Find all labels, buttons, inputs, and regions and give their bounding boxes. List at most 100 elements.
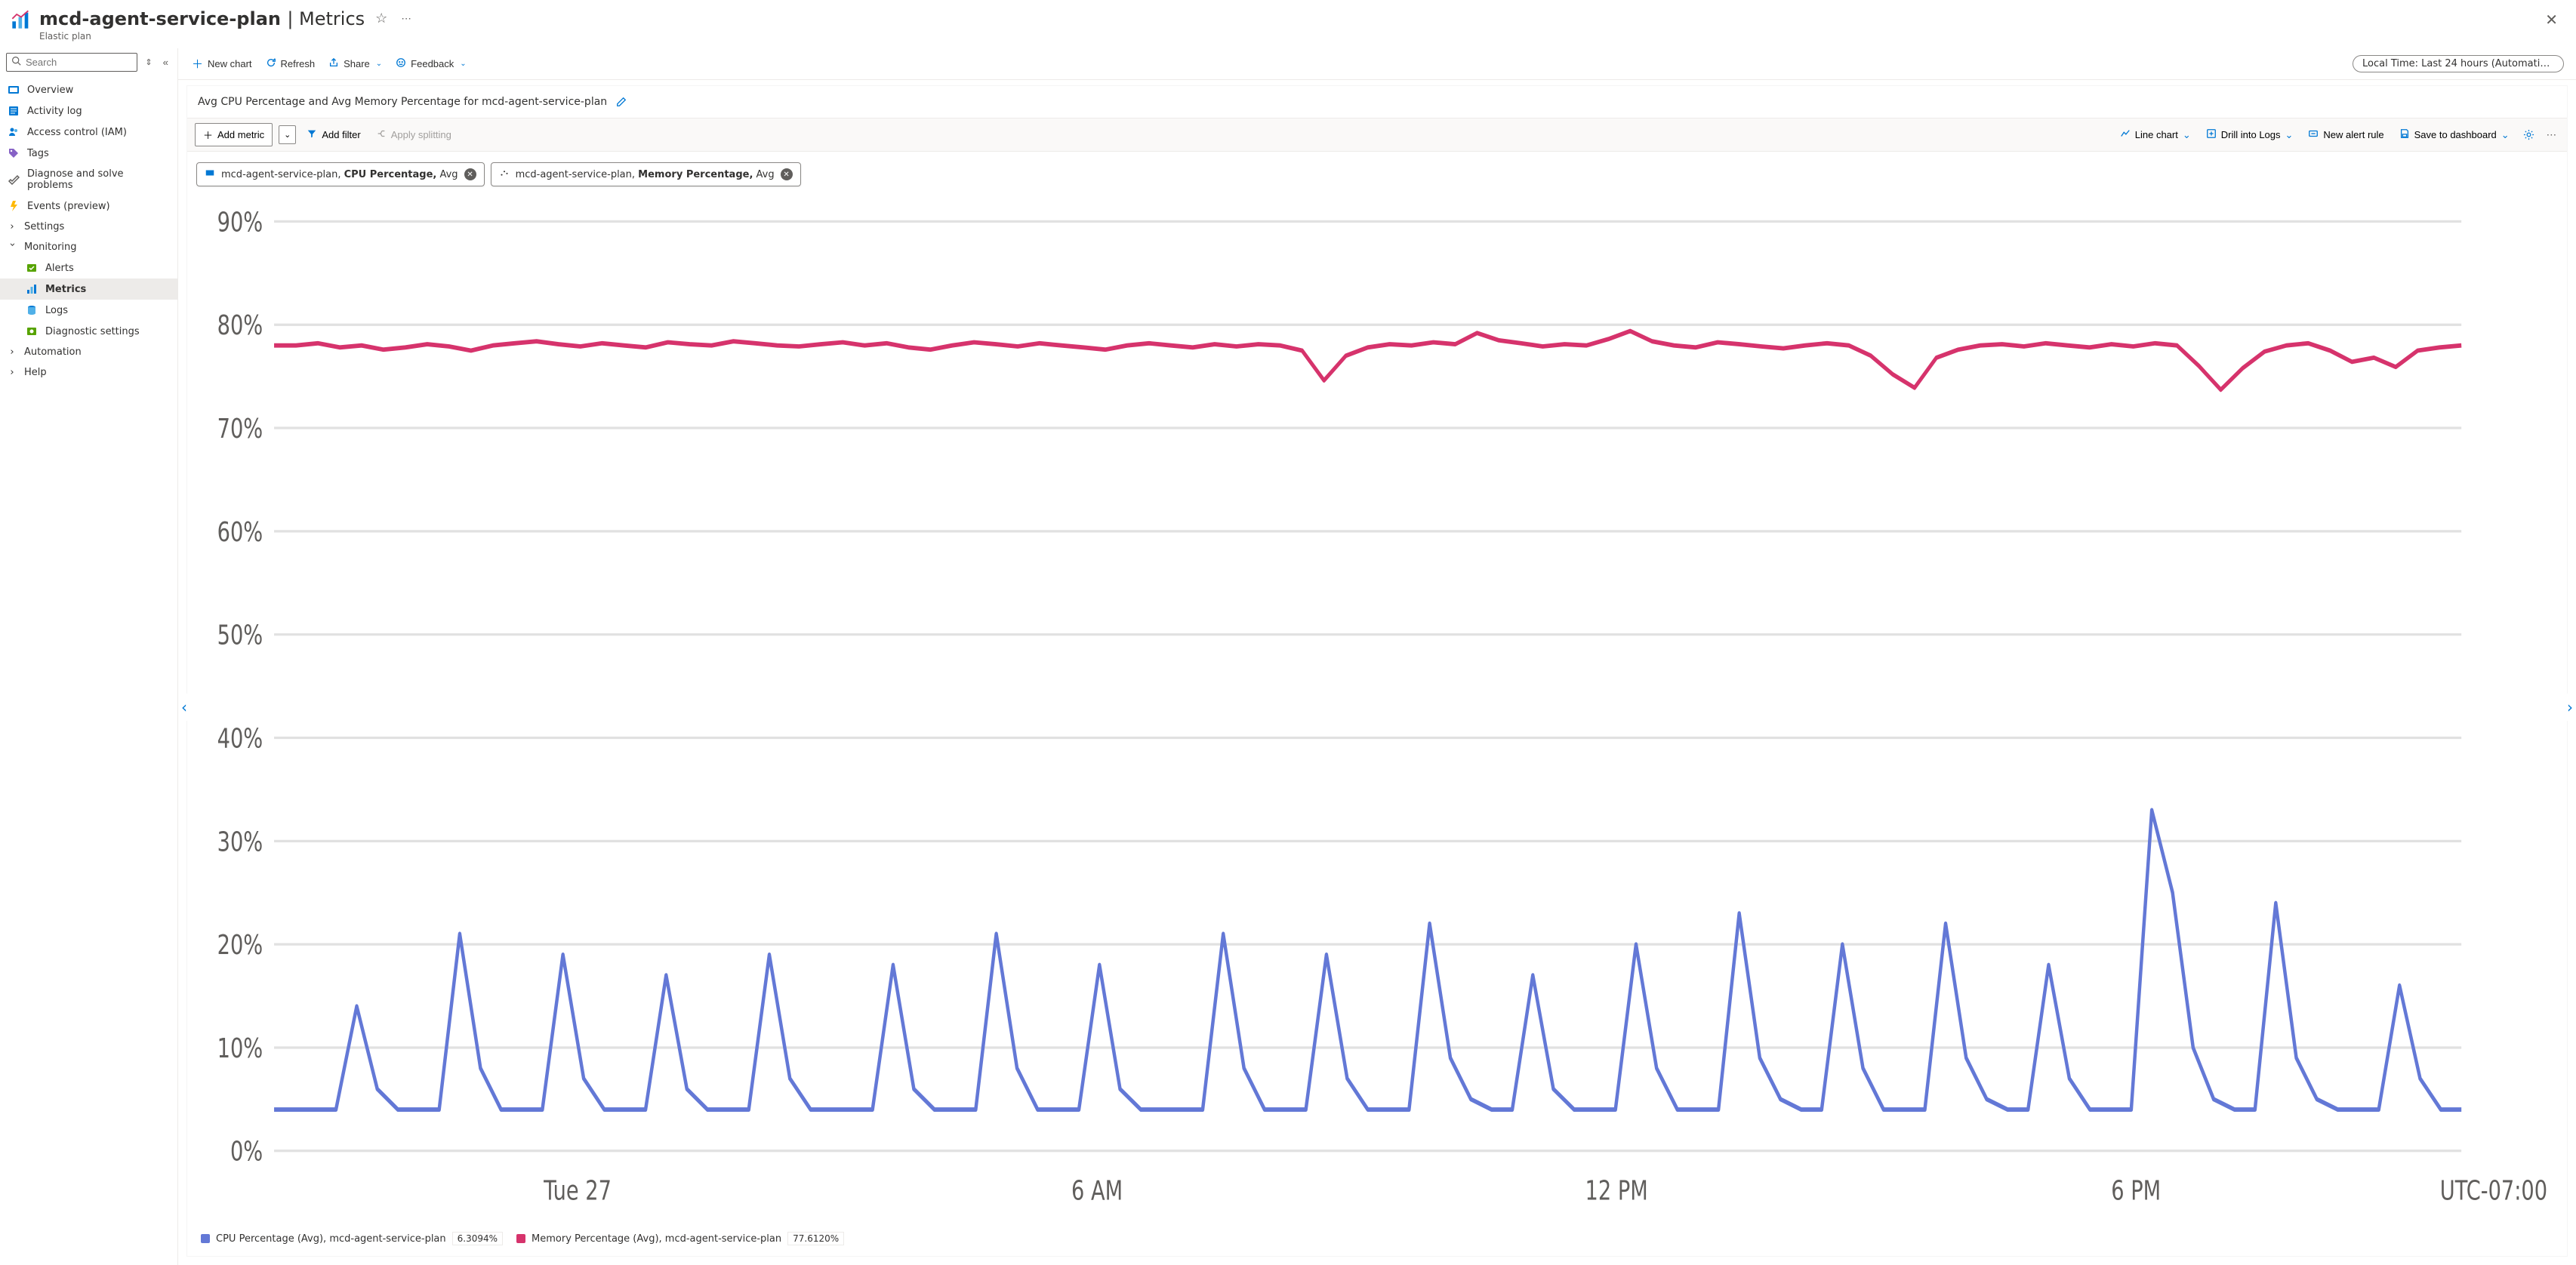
sidebar: ⇕ « Overview Activity log Access control…	[0, 48, 178, 1265]
favorite-button[interactable]: ☆	[372, 8, 390, 29]
refresh-icon	[266, 57, 276, 70]
remove-pill-button[interactable]: ✕	[464, 168, 476, 180]
nav-access-control[interactable]: Access control (IAM)	[0, 122, 177, 143]
plus-icon: ＋	[192, 56, 203, 72]
chart-toolbar: ＋ Add metric ⌄ Add filter Apply splittin…	[187, 118, 2567, 152]
metrics-toolbar: ＋ New chart Refresh Share ⌄ Feedback ⌄	[178, 48, 2576, 80]
apply-splitting-button: Apply splitting	[371, 125, 456, 145]
nav-alerts[interactable]: Alerts	[0, 257, 177, 279]
chevron-down-icon: ⌄	[2183, 129, 2191, 141]
remove-pill-button[interactable]: ✕	[781, 168, 793, 180]
logs-icon	[2206, 128, 2217, 141]
nav-label: Events (preview)	[27, 201, 110, 212]
alert-icon	[2308, 128, 2319, 141]
svg-text:6 AM: 6 AM	[1071, 1176, 1123, 1206]
next-chart-button[interactable]: ›	[2565, 694, 2574, 721]
edit-title-button[interactable]	[613, 94, 630, 110]
legend-item-memory[interactable]: Memory Percentage (Avg), mcd-agent-servi…	[516, 1232, 844, 1245]
expand-collapse-button[interactable]: ⇕	[142, 54, 155, 70]
new-chart-button[interactable]: ＋ New chart	[190, 53, 254, 75]
metric-pill-memory[interactable]: mcd-agent-service-plan, Memory Percentag…	[491, 162, 801, 186]
nav-label: Access control (IAM)	[27, 127, 127, 138]
tags-icon	[8, 147, 20, 159]
iam-icon	[8, 126, 20, 138]
feedback-button[interactable]: Feedback ⌄	[394, 54, 467, 73]
metric-pill-cpu[interactable]: mcd-agent-service-plan, CPU Percentage, …	[196, 162, 485, 186]
nav-label: Diagnose and solve problems	[27, 168, 170, 191]
chart-settings-button[interactable]	[2520, 126, 2537, 143]
resource-type-icon	[11, 9, 32, 30]
svg-text:20%: 20%	[217, 931, 263, 961]
chart-svg[interactable]: 0%10%20%30%40%50%60%70%80%90%Tue 276 AM1…	[199, 197, 2555, 1224]
plus-icon: ＋	[203, 128, 213, 142]
chart-legend: CPU Percentage (Avg), mcd-agent-service-…	[187, 1224, 2567, 1256]
add-metric-button[interactable]: ＋ Add metric	[195, 123, 273, 146]
svg-text:60%: 60%	[217, 517, 263, 547]
new-alert-button[interactable]: New alert rule	[2303, 125, 2388, 145]
metric-pills-row: mcd-agent-service-plan, CPU Percentage, …	[187, 152, 2567, 189]
nav-diagnose[interactable]: Diagnose and solve problems	[0, 164, 177, 195]
svg-text:Tue 27: Tue 27	[543, 1176, 612, 1206]
chart-type-button[interactable]: Line chart ⌄	[2115, 125, 2195, 145]
collapse-sidebar-button[interactable]: «	[160, 54, 171, 71]
nav-label: Logs	[45, 305, 68, 316]
chevron-down-icon: ⌄	[376, 60, 382, 68]
diagnostic-settings-icon	[26, 325, 38, 337]
svg-text:12 PM: 12 PM	[1585, 1176, 1648, 1206]
nav-diagnostic-settings[interactable]: Diagnostic settings	[0, 321, 177, 342]
svg-text:UTC-07:00: UTC-07:00	[2440, 1176, 2547, 1206]
sidebar-search[interactable]	[6, 53, 137, 72]
share-button[interactable]: Share ⌄	[327, 54, 384, 73]
nav-settings-section[interactable]: › Settings	[0, 217, 177, 237]
nav-label: Metrics	[45, 284, 86, 295]
time-range-picker[interactable]: Local Time: Last 24 hours (Automatic - 5…	[2353, 55, 2564, 72]
more-header-button[interactable]: ⋯	[398, 10, 414, 28]
add-filter-button[interactable]: Add filter	[302, 125, 365, 145]
search-input[interactable]	[26, 57, 132, 68]
legend-item-cpu[interactable]: CPU Percentage (Avg), mcd-agent-service-…	[201, 1232, 503, 1245]
chart-more-button[interactable]: ⋯	[2544, 126, 2559, 144]
chevron-down-icon: ⌄	[2285, 129, 2294, 141]
nav-help-section[interactable]: › Help	[0, 362, 177, 383]
nav-logs[interactable]: Logs	[0, 300, 177, 321]
nav-events[interactable]: Events (preview)	[0, 195, 177, 217]
nav-activity-log[interactable]: Activity log	[0, 100, 177, 122]
refresh-button[interactable]: Refresh	[264, 54, 317, 73]
scatter-icon	[499, 168, 510, 181]
nav-label: Settings	[24, 221, 64, 232]
svg-text:80%: 80%	[217, 311, 263, 341]
nav-tags[interactable]: Tags	[0, 143, 177, 164]
legend-swatch	[201, 1234, 210, 1243]
drill-logs-button[interactable]: Drill into Logs ⌄	[2202, 125, 2298, 145]
nav-label: Help	[24, 367, 47, 378]
resource-type-label: Elastic plan	[39, 31, 414, 42]
nav-automation-section[interactable]: › Automation	[0, 342, 177, 362]
legend-swatch	[516, 1234, 525, 1243]
feedback-icon	[396, 57, 406, 70]
nav-monitoring-section[interactable]: › Monitoring	[0, 237, 177, 257]
chevron-down-icon: ›	[7, 243, 18, 252]
svg-text:40%: 40%	[217, 724, 263, 754]
add-metric-dropdown[interactable]: ⌄	[279, 125, 296, 144]
nav-metrics[interactable]: Metrics	[0, 279, 177, 300]
alerts-icon	[26, 262, 38, 274]
logs-icon	[26, 304, 38, 316]
legend-value: 77.6120%	[787, 1232, 844, 1245]
split-icon	[376, 128, 387, 141]
share-icon	[328, 57, 339, 70]
svg-text:70%: 70%	[217, 414, 263, 445]
save-dashboard-button[interactable]: Save to dashboard ⌄	[2395, 125, 2514, 145]
chevron-down-icon: ⌄	[2501, 129, 2510, 141]
svg-text:0%: 0%	[230, 1137, 263, 1167]
nav-label: Diagnostic settings	[45, 326, 140, 337]
prev-chart-button[interactable]: ‹	[180, 694, 189, 721]
svg-text:10%: 10%	[217, 1033, 263, 1063]
chevron-down-icon: ⌄	[284, 130, 291, 140]
close-button[interactable]: ✕	[2542, 8, 2561, 32]
nav-label: Overview	[27, 85, 73, 96]
chevron-right-icon: ›	[8, 221, 17, 232]
nav-overview[interactable]: Overview	[0, 79, 177, 100]
chevron-right-icon: ›	[8, 367, 17, 378]
page-header: mcd-agent-service-plan | Metrics ☆ ⋯ Ela…	[0, 0, 2576, 48]
overview-icon	[8, 84, 20, 96]
